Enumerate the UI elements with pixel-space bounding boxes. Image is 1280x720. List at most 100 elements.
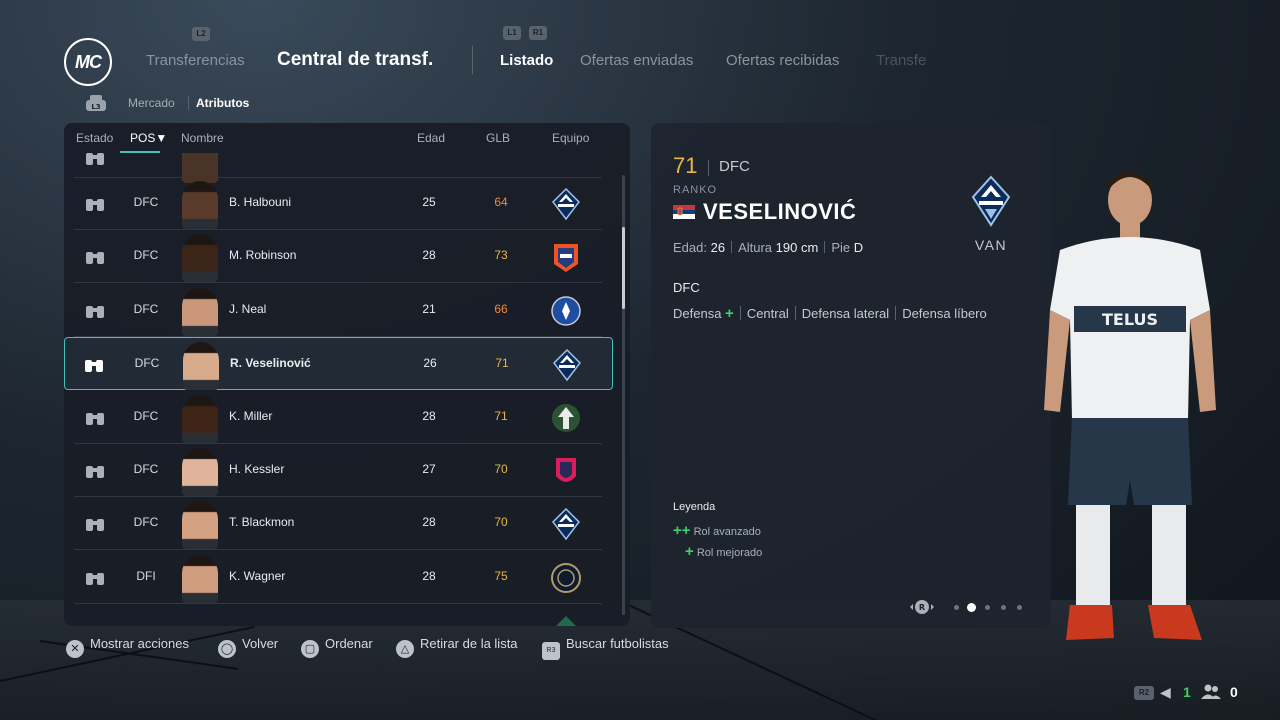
header-equipo[interactable]: Equipo [552, 131, 589, 145]
scrollbar-thumb[interactable] [622, 227, 625, 309]
table-row[interactable]: DFC B. Halbouni 25 64 [74, 177, 602, 230]
table-row-partial[interactable] [74, 604, 602, 626]
header-estado[interactable]: Estado [76, 131, 113, 145]
table-row[interactable]: DFC K. Miller 28 71 [74, 391, 602, 444]
player-overall: 66 [494, 301, 508, 316]
binoculars-icon [86, 466, 104, 478]
team-crest-icon [550, 401, 582, 435]
tab-listado[interactable]: Listado [500, 52, 553, 69]
table-row[interactable]: DFC J. Neal 21 66 [74, 284, 602, 337]
player-face [182, 501, 218, 550]
tab-ofertas-enviadas[interactable]: Ofertas enviadas [580, 52, 693, 69]
table-row-partial[interactable] [74, 153, 602, 183]
player-position: DFI [136, 568, 156, 583]
circle-button-icon: ◯ [218, 640, 236, 658]
player-position: DFC [133, 462, 159, 476]
binoculars-icon [86, 572, 104, 585]
foot-value: D [853, 240, 864, 255]
table-row[interactable]: DFC H. Kessler 27 70 [74, 444, 602, 497]
hint-show-actions[interactable]: ✕ Mostrar acciones [66, 636, 189, 658]
hint-back[interactable]: ◯ Volver [218, 636, 278, 658]
age-value: 26 [710, 240, 726, 255]
player-overall: 71 [494, 408, 508, 423]
binoculars-icon [86, 305, 104, 318]
foot-label: Pie [831, 240, 851, 255]
table-row-selected[interactable]: DFC R. Veselinović 26 71 [64, 337, 613, 391]
player-face [182, 554, 218, 603]
header-edad[interactable]: Edad [417, 131, 445, 145]
header-nombre[interactable]: Nombre [181, 131, 224, 145]
hint-search-players[interactable]: R3 Buscar futbolistas [542, 636, 669, 660]
player-name: H. Kessler [229, 462, 285, 476]
page-indicator[interactable]: R [905, 599, 1035, 615]
player-position: DFC [134, 356, 160, 371]
player-age: 28 [422, 515, 436, 530]
binoculars-icon [86, 412, 104, 425]
square-button-icon: ▢ [301, 640, 319, 658]
player-last-name: VESELINOVIĆ [703, 199, 857, 224]
height-value: 190 cm [775, 240, 819, 255]
tab-transferencias-cut[interactable]: Transfe [876, 52, 928, 69]
player-overall: 70 [494, 515, 508, 530]
page-dot [954, 605, 959, 610]
role-defensa-libero: Defensa líbero [902, 306, 987, 321]
hint-remove-from-list[interactable]: △ Retirar de la lista [396, 636, 518, 658]
player-name: B. Halbouni [229, 195, 292, 209]
divider [708, 160, 709, 176]
player-detail-panel: 71 DFC RANKO VESELINOVIĆ VAN Edad: 26 Alt… [651, 123, 1051, 628]
l1-button-hint: L1 [503, 26, 521, 40]
player-name: R. Veselinović [230, 356, 311, 371]
hint-sort[interactable]: ▢ Ordenar [301, 636, 373, 658]
player-overall: 71 [495, 356, 509, 371]
tab-ofertas-recibidas[interactable]: Ofertas recibidas [726, 52, 839, 69]
header-pos[interactable]: POS▼ [130, 131, 167, 145]
page-dot [1017, 605, 1022, 610]
subnav-divider [188, 96, 189, 110]
player-name: M. Robinson [229, 248, 297, 263]
notification-count: 1 [1183, 684, 1191, 700]
team-crest-icon [550, 187, 582, 221]
plus-icon: + [685, 543, 694, 560]
table-row[interactable]: DFI K. Wagner 28 75 [74, 551, 602, 604]
team-crest-icon [550, 561, 582, 595]
tab-transferencias[interactable]: Transferencias [146, 52, 245, 69]
l2-button-hint: L2 [192, 27, 210, 41]
page-title: Central de transf. [277, 49, 434, 70]
legend-improved: + Rol mejorado [685, 543, 763, 560]
subnav-atributos[interactable]: Atributos [196, 96, 249, 110]
player-overall: 64 [494, 195, 508, 209]
player-position: DFC [133, 301, 159, 316]
player-age: 28 [422, 568, 436, 583]
player-age: 28 [422, 408, 436, 423]
nav-divider [472, 46, 473, 74]
player-position: DFC [133, 408, 159, 423]
r3-button-icon: R3 [542, 642, 560, 660]
player-overall: 70 [494, 462, 508, 476]
player-name: K. Wagner [229, 568, 286, 583]
header-glb[interactable]: GLB [486, 131, 510, 145]
page-dot-active [967, 603, 976, 612]
r2-button-hint: R2 [1134, 684, 1154, 700]
player-age: 26 [423, 356, 437, 371]
team-crest-icon [551, 348, 583, 382]
player-overall: 75 [494, 568, 508, 583]
player-position: DFC [133, 515, 159, 530]
table-row[interactable]: DFC M. Robinson 28 73 [74, 230, 602, 284]
player-position: DFC [133, 195, 159, 209]
team-crest-icon [550, 294, 582, 328]
serbia-flag-icon [673, 205, 695, 219]
r1-button-hint: R1 [529, 26, 547, 40]
team-crest-icon [550, 454, 582, 488]
triangle-button-icon: △ [396, 640, 414, 658]
overall-rating: 71 [673, 153, 698, 178]
player-face [182, 394, 218, 443]
subnav-mercado[interactable]: Mercado [128, 96, 175, 110]
player-face [182, 448, 218, 496]
binoculars-icon [86, 252, 104, 265]
player-position: DFC [133, 248, 159, 263]
player-overall: 73 [494, 248, 508, 263]
binoculars-icon [86, 519, 104, 532]
double-plus-icon: ++ [673, 522, 691, 539]
table-row[interactable]: DFC T. Blackmon 28 70 [74, 497, 602, 551]
player-rows: DFC B. Halbouni 25 64 DFC M. Robinson 28 73 DFC J… [64, 153, 630, 626]
